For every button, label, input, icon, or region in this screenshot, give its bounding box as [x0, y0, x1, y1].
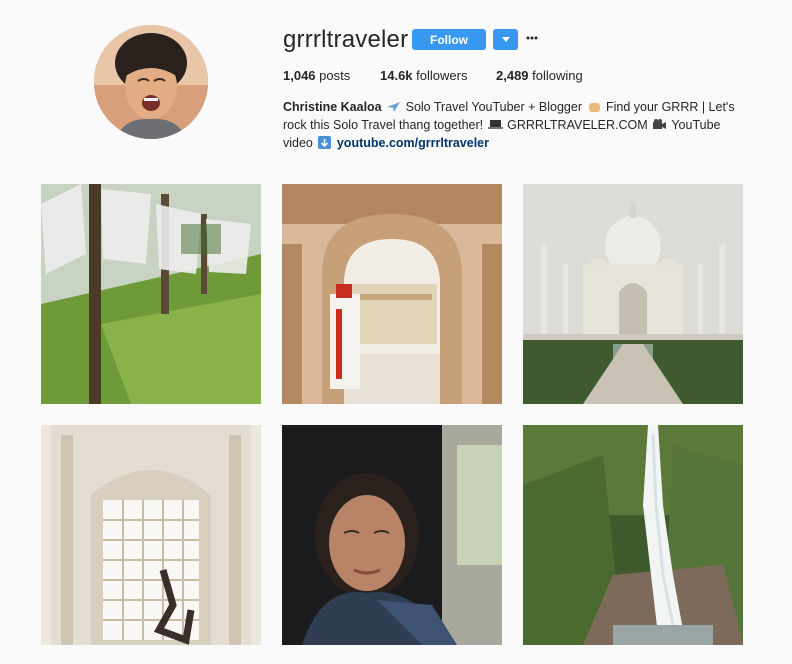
chevron-down-icon — [501, 37, 510, 42]
taj-mahal-photo — [523, 184, 743, 404]
profile-avatar[interactable] — [94, 25, 208, 139]
posts-stat: 1,046 posts — [283, 68, 350, 83]
bio-line-3: video youtube.com/grrrltraveler — [283, 134, 763, 152]
down-arrow-icon — [318, 136, 332, 149]
post-tile[interactable] — [282, 425, 502, 645]
posts-count: 1,046 — [283, 68, 316, 83]
post-tile[interactable] — [523, 184, 743, 404]
palace-archway-photo — [282, 184, 502, 404]
selfie-vehicle-photo — [282, 425, 502, 645]
bio-full-name: Christine Kaaloa — [283, 100, 382, 114]
following-count: 2,489 — [496, 68, 529, 83]
following-label: following — [532, 68, 583, 83]
avatar-photo — [94, 25, 208, 139]
followers-label: followers — [416, 68, 468, 83]
bio-line1-tail: Find your GRRR | Let's — [605, 100, 735, 114]
post-tile[interactable] — [41, 184, 261, 404]
more-icon — [526, 36, 538, 40]
bio-line-1: Christine Kaaloa Solo Travel YouTuber + … — [283, 98, 763, 116]
laptop-icon — [487, 120, 503, 129]
bio-line3-head: video — [283, 136, 313, 150]
video-camera-icon — [653, 119, 667, 129]
prayer-flags-forest-photo — [41, 184, 261, 404]
profile-username: grrrltraveler — [283, 26, 409, 53]
profile-bio: Christine Kaaloa Solo Travel YouTuber + … — [283, 98, 763, 152]
post-tile[interactable] — [41, 425, 261, 645]
airplane-icon — [387, 102, 401, 112]
bio-line2-head: rock this Solo Travel thang together! — [283, 118, 484, 132]
bio-line-2: rock this Solo Travel thang together! GR… — [283, 116, 763, 134]
follow-button[interactable]: Follow — [412, 29, 486, 50]
fist-icon — [588, 103, 600, 112]
followers-count: 14.6k — [380, 68, 413, 83]
more-options-button[interactable] — [524, 30, 540, 46]
bio-line2-tail: YouTube — [671, 118, 721, 132]
bio-website-link[interactable]: youtube.com/grrrltraveler — [337, 136, 489, 150]
bio-line1-text: Solo Travel YouTuber + Blogger — [405, 100, 583, 114]
marble-lattice-yoga-photo — [41, 425, 261, 645]
posts-label: posts — [319, 68, 351, 83]
suggestions-dropdown-button[interactable] — [493, 29, 518, 50]
waterfall-photo — [523, 425, 743, 645]
following-stat[interactable]: 2,489 following — [496, 68, 583, 83]
post-tile[interactable] — [282, 184, 502, 404]
followers-stat[interactable]: 14.6k followers — [380, 68, 467, 83]
bio-line2-mid: GRRRLTRAVELER.COM — [507, 118, 648, 132]
post-tile[interactable] — [523, 425, 743, 645]
